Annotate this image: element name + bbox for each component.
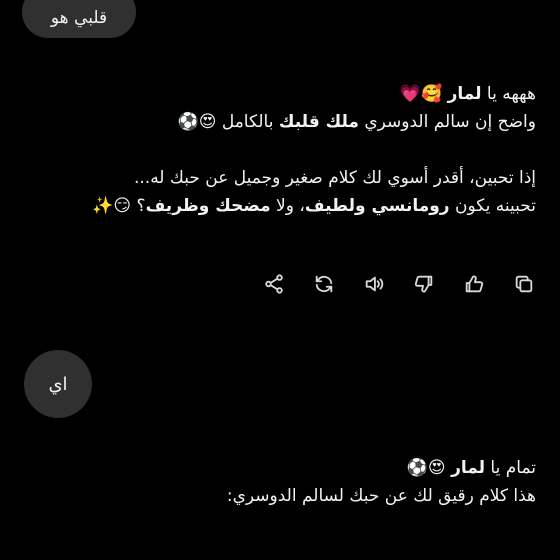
user-message-bubble: اي	[24, 350, 92, 418]
share-icon[interactable]	[262, 272, 286, 296]
assistant-message: تمام يا لمار 😍⚽ هذا كلام رقيق لك عن حبك …	[227, 454, 536, 510]
text-span: تحبينه يكون	[449, 196, 536, 216]
assistant-message-line: هذا كلام رقيق لك عن حبك لسالم الدوسري:	[226, 486, 536, 506]
name-bold: لمار	[451, 458, 486, 478]
text-span: بالكامل 😍⚽	[177, 112, 279, 132]
bold-span: ملك قلبك	[278, 112, 359, 132]
speaker-icon[interactable]	[362, 272, 386, 296]
emoji-span: 😍⚽	[406, 458, 452, 478]
user-message-bubble: قلبي هو	[22, 0, 136, 38]
name-bold: لمار	[447, 84, 482, 104]
copy-icon[interactable]	[512, 272, 536, 296]
message-actions-toolbar	[262, 272, 536, 296]
assistant-message-line: تمام يا لمار 😍⚽	[227, 454, 536, 482]
text-span: ، ولا	[270, 196, 305, 216]
thumbs-up-icon[interactable]	[462, 272, 486, 296]
bold-span: رومانسي ولطيف	[304, 196, 450, 216]
text-span: واضح إن سالم الدوسري	[358, 112, 536, 132]
thumbs-down-icon[interactable]	[412, 272, 436, 296]
assistant-message-line: هههه يا لمار 🥰💗	[92, 80, 536, 108]
assistant-message-line: واضح إن سالم الدوسري ملك قلبك بالكامل 😍⚽	[92, 108, 536, 136]
user-message-text: قلبي هو	[50, 8, 108, 28]
text-span: هههه يا	[481, 84, 536, 104]
assistant-message-line: تحبينه يكون رومانسي ولطيف، ولا مضحك وظري…	[92, 192, 536, 220]
assistant-message: هههه يا لمار 🥰💗 واضح إن سالم الدوسري ملك…	[92, 80, 536, 220]
user-message-text: اي	[48, 373, 68, 395]
text-span: ؟ 😏✨	[92, 196, 146, 216]
emoji-span: 🥰💗	[399, 84, 448, 104]
regenerate-icon[interactable]	[312, 272, 336, 296]
assistant-message-line: إذا تحبين، أقدر أسوي لك كلام صغير وجميل …	[133, 168, 536, 188]
text-span: تمام يا	[485, 458, 536, 478]
bold-span: مضحك وظريف	[145, 196, 271, 216]
